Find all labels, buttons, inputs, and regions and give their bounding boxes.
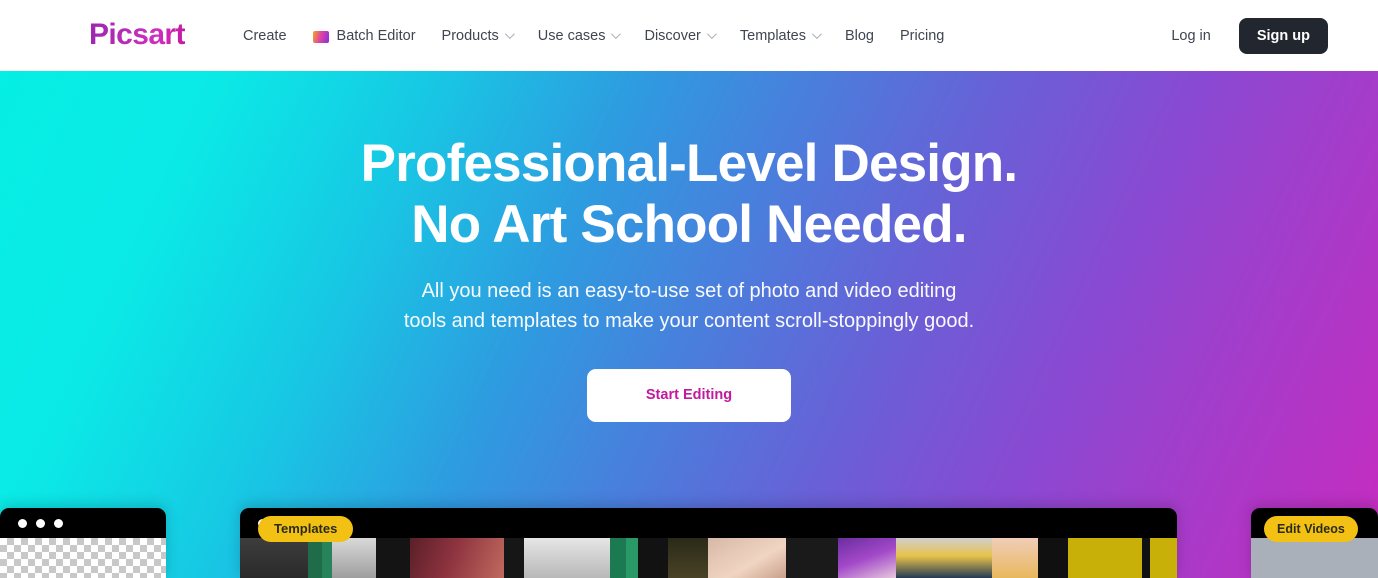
thumbnail [626,538,638,578]
thumbnail [524,538,610,578]
thumbnail [1142,538,1150,578]
showcase-card-transparent[interactable] [0,508,166,578]
transparent-canvas-preview [0,538,166,578]
video-editor-preview [1251,538,1378,578]
headline-line-2: No Art School Needed. [411,195,967,254]
thumbnail [322,538,332,578]
window-dot-icon [54,518,63,528]
nav-item-discover[interactable]: Discover [644,26,717,46]
nav-label: Products [441,27,499,44]
hero-section: Professional-Level Design. No Art School… [0,71,1378,578]
thumbnail [1068,538,1142,578]
showcase-card-edit-videos[interactable]: Edit Videos [1251,508,1378,578]
headline-line-1: Professional-Level Design. [360,134,1018,193]
edit-videos-pill-badge[interactable]: Edit Videos [1264,516,1358,542]
thumbnail [668,538,708,578]
hero-cta-wrapper: Start Editing [0,369,1378,422]
login-link[interactable]: Log in [1171,28,1211,44]
main-navigation: Create Batch Editor Products Use cases D… [243,0,944,71]
nav-item-batch-editor[interactable]: Batch Editor [312,26,416,46]
showcase-card-row: Templates Edit Videos [0,508,1378,578]
nav-label: Batch Editor [336,27,416,44]
thumbnail [240,538,308,578]
thumbnail [1038,538,1068,578]
subtitle-line-2: tools and templates to make your content… [403,310,975,332]
thumbnail [1150,538,1177,578]
subtitle-line-1: All you need is an easy-to-use set of ph… [421,280,957,302]
window-dot-icon [18,518,27,528]
nav-item-products[interactable]: Products [441,26,515,46]
templates-pill-badge[interactable]: Templates [258,516,354,542]
start-editing-button[interactable]: Start Editing [587,369,791,422]
nav-label: Create [243,27,287,44]
nav-label: Discover [644,27,701,44]
nav-item-create[interactable]: Create [243,26,287,46]
thumbnail [376,538,410,578]
nav-label: Templates [739,27,806,44]
thumbnail [786,538,838,578]
picsart-logo[interactable]: Picsart [89,18,185,52]
window-dot-icon [36,518,45,528]
chevron-down-icon [706,29,717,40]
nav-item-use-cases[interactable]: Use cases [537,26,622,46]
nav-item-pricing[interactable]: Pricing [900,26,944,46]
thumbnail [410,538,504,578]
nav-label: Use cases [537,27,606,44]
nav-label: Pricing [900,27,945,44]
chevron-down-icon [611,29,622,40]
page-title: Professional-Level Design. No Art School… [0,133,1378,255]
thumbnail [992,538,1038,578]
hero-content: Professional-Level Design. No Art School… [0,71,1378,422]
templates-thumbnail-strip [240,538,1177,578]
thumbnail [504,538,524,578]
thumbnail [610,538,626,578]
header-actions: Log in Sign up [1171,0,1328,71]
image-icon [312,30,329,43]
nav-label: Blog [844,27,874,44]
hero-subtitle: All you need is an easy-to-use set of ph… [0,276,1378,336]
thumbnail [838,538,896,578]
site-header: Picsart Create Batch Editor Products Use… [0,0,1378,71]
window-title-bar [240,508,1177,538]
signup-button[interactable]: Sign up [1238,17,1328,54]
nav-item-templates[interactable]: Templates [739,26,822,46]
thumbnail [708,538,786,578]
thumbnail [896,538,992,578]
thumbnail [308,538,322,578]
chevron-down-icon [504,29,515,40]
chevron-down-icon [811,29,822,40]
nav-item-blog[interactable]: Blog [845,26,874,46]
window-title-bar [0,508,166,538]
showcase-card-templates[interactable]: Templates [240,508,1177,578]
thumbnail [332,538,376,578]
thumbnail [638,538,668,578]
